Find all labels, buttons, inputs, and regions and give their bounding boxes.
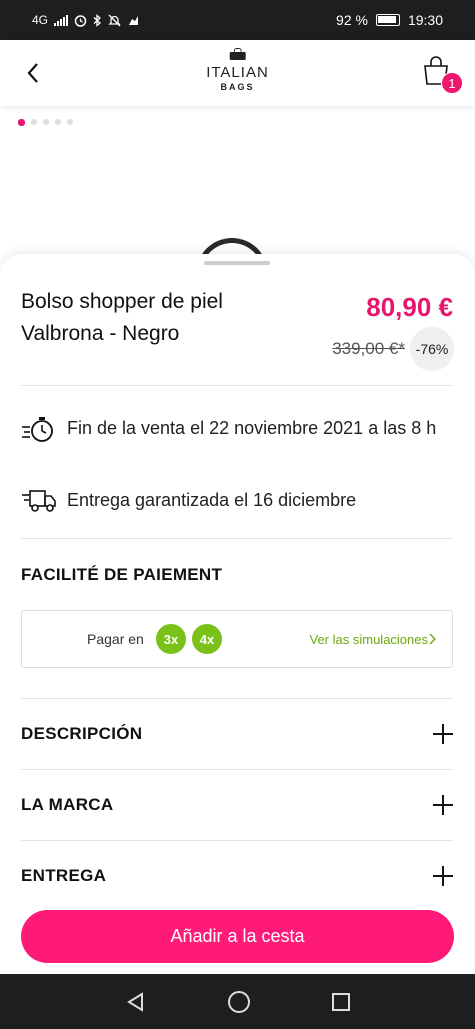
- accordion-brand[interactable]: LA MARCA: [21, 790, 453, 820]
- cart-count-badge: 1: [441, 72, 463, 94]
- stopwatch-icon: [22, 417, 53, 442]
- sheet-drag-handle[interactable]: [204, 261, 270, 265]
- app-header: ITALIAN BAGS 1: [0, 40, 475, 106]
- divider: [21, 385, 453, 386]
- brand-logo[interactable]: ITALIAN BAGS: [206, 48, 269, 92]
- installments-4x-badge: 4x: [192, 624, 222, 654]
- chevron-right-icon: [429, 633, 436, 645]
- plus-icon: [433, 866, 453, 886]
- installments-3x-badge: 3x: [156, 624, 186, 654]
- plus-icon: [433, 724, 453, 744]
- cart-button[interactable]: 1: [421, 54, 463, 98]
- battery-percent: 92 %: [336, 12, 368, 28]
- clock: 19:30: [407, 12, 443, 28]
- mute-icon: [108, 14, 121, 26]
- payment-options-box[interactable]: Pagar en 3x 4x Ver las simulaciones: [21, 610, 453, 668]
- gallery-dot[interactable]: [55, 119, 61, 125]
- notification-icon: [129, 15, 139, 25]
- divider: [21, 698, 453, 699]
- product-price: 80,90 €: [366, 292, 453, 322]
- logo-name: ITALIAN: [206, 64, 269, 81]
- back-triangle-icon[interactable]: [125, 991, 147, 1013]
- back-button[interactable]: [18, 58, 48, 88]
- gallery-dot[interactable]: [31, 119, 37, 125]
- accordion-delivery[interactable]: ENTREGA: [21, 861, 453, 891]
- logo-subtitle: BAGS: [220, 82, 255, 92]
- add-to-cart-button[interactable]: Añadir a la cesta: [21, 910, 454, 963]
- accordion-label: LA MARCA: [21, 795, 114, 814]
- chevron-left-icon: [27, 63, 38, 83]
- delivery-text: Entrega garantizada el 16 diciembre: [67, 490, 357, 510]
- network-label: 4G: [32, 13, 49, 27]
- bluetooth-icon: [93, 13, 102, 27]
- product-gallery[interactable]: [0, 106, 475, 278]
- discount-badge: -76%: [410, 327, 454, 371]
- bag-logo-icon: [229, 48, 246, 60]
- original-price: 339,00 €*: [332, 339, 405, 358]
- product-sheet: Bolso shopper de piel Valbrona - Negro 8…: [0, 254, 475, 974]
- gallery-dot[interactable]: [67, 119, 73, 125]
- signal-icon: [54, 14, 69, 26]
- payment-label: Pagar en: [87, 631, 144, 647]
- status-left: 4G: [32, 13, 140, 27]
- status-right: 92 % 19:30: [336, 12, 443, 28]
- accordion-label: DESCRIPCIÓN: [21, 724, 143, 743]
- delivery-truck-icon: [22, 490, 56, 512]
- status-bar: 4G 92 % 19:30: [0, 0, 475, 40]
- delivery-row: Entrega garantizada el 16 diciembre: [21, 486, 453, 516]
- recents-square-icon[interactable]: [331, 992, 351, 1012]
- gallery-pagination: [18, 119, 73, 126]
- divider: [21, 769, 453, 770]
- plus-icon: [433, 795, 453, 815]
- payment-section-title: FACILITÉ DE PAIEMENT: [21, 565, 223, 584]
- simulations-link[interactable]: Ver las simulaciones: [310, 632, 429, 647]
- accordion-label: ENTREGA: [21, 866, 107, 885]
- home-circle-icon[interactable]: [227, 990, 251, 1014]
- alarm-icon: [74, 14, 87, 27]
- divider: [21, 538, 453, 539]
- product-title: Bolso shopper de piel Valbrona - Negro: [21, 290, 223, 345]
- accordion-description[interactable]: DESCRIPCIÓN: [21, 719, 453, 749]
- sale-end-row: Fin de la venta el 22 noviembre 2021 a l…: [21, 414, 453, 444]
- system-nav-bar: [0, 974, 475, 1029]
- battery-icon: [375, 14, 400, 26]
- gallery-dot[interactable]: [43, 119, 49, 125]
- divider: [21, 840, 453, 841]
- gallery-dot-active[interactable]: [18, 119, 25, 126]
- sale-end-text: Fin de la venta el 22 noviembre 2021 a l…: [67, 418, 437, 438]
